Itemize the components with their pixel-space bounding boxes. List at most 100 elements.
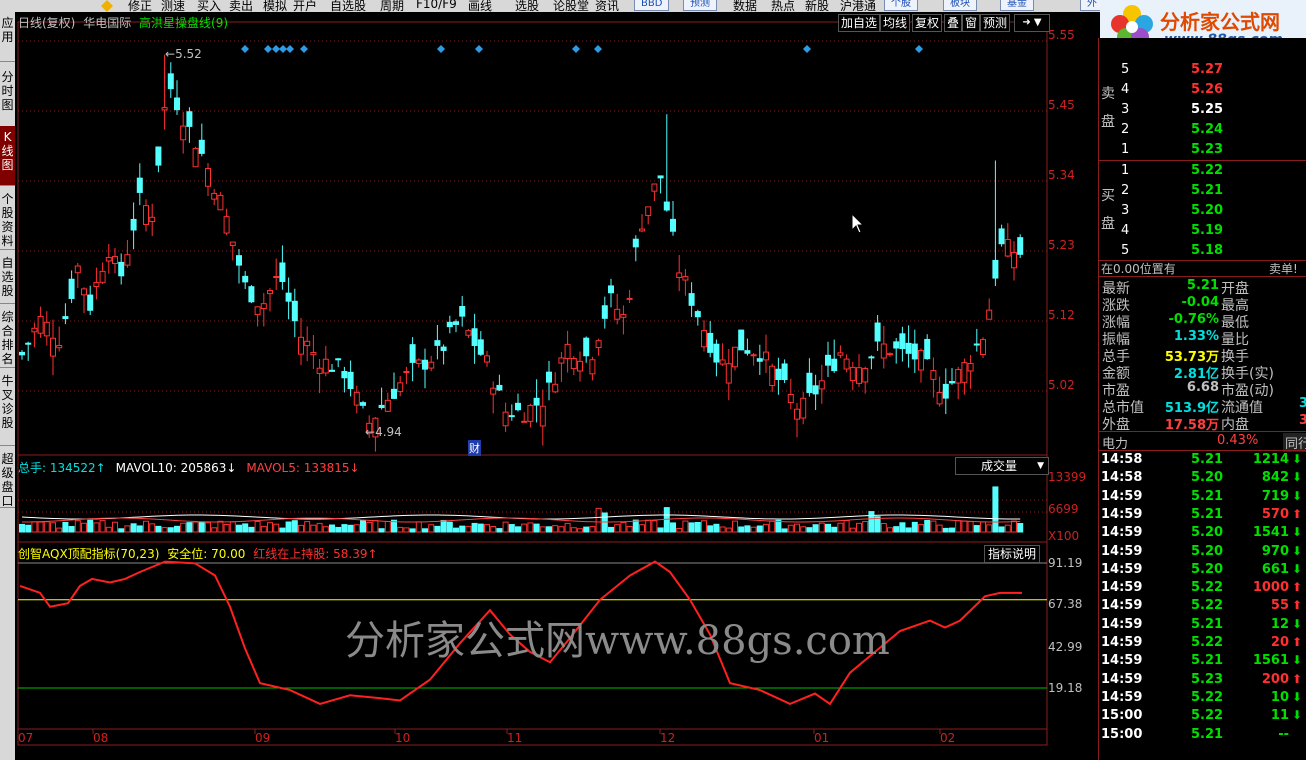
- toolbar-button[interactable]: 基金: [1000, 0, 1034, 11]
- signal-diamond-icon: [241, 45, 249, 53]
- panel-divider: [1099, 276, 1306, 277]
- candle-body: [322, 358, 329, 374]
- toolbar-item[interactable]: 修正: [128, 0, 152, 12]
- toolbar-item[interactable]: 开户: [293, 0, 317, 12]
- signal-diamond-icon: [272, 45, 280, 53]
- chart-button[interactable]: 叠: [944, 14, 963, 32]
- sell-price[interactable]: 5.27: [1191, 62, 1223, 77]
- toolbar-item[interactable]: F10/F9: [416, 0, 457, 11]
- volume-bar: [812, 524, 819, 533]
- toolbar-item[interactable]: 论股堂: [553, 0, 589, 12]
- volume-bar: [967, 521, 974, 533]
- buy-price[interactable]: 5.20: [1191, 203, 1223, 218]
- volume-selector[interactable]: 成交量 ▼: [955, 457, 1049, 475]
- left-tab[interactable]: 应用: [0, 12, 15, 62]
- chart-button[interactable]: 均线: [880, 14, 911, 32]
- sell-level: 4: [1121, 82, 1130, 97]
- candle-body: [50, 337, 56, 357]
- buy-price[interactable]: 5.21: [1191, 183, 1223, 198]
- candle-body: [787, 393, 794, 404]
- candle-body: [254, 306, 261, 316]
- left-tab[interactable]: 牛叉诊股: [0, 370, 15, 446]
- volume-bar: [341, 524, 348, 533]
- candle-body: [105, 256, 112, 262]
- toolbar-item[interactable]: 画线: [468, 0, 492, 12]
- sell-price[interactable]: 5.25: [1191, 102, 1223, 117]
- candle-body: [676, 272, 683, 278]
- left-tab[interactable]: 综合排名: [0, 306, 15, 368]
- candle-body: [37, 315, 44, 334]
- left-tab[interactable]: 超级盘口: [0, 448, 15, 508]
- left-tab[interactable]: 个股资料: [0, 188, 15, 250]
- candle-body: [167, 73, 174, 90]
- chart-button[interactable]: 复权: [912, 14, 943, 32]
- sell-price[interactable]: 5.24: [1191, 122, 1223, 137]
- chart-button[interactable]: 窗: [962, 14, 981, 32]
- toolbar-button[interactable]: 个股: [884, 0, 918, 11]
- volume-bar: [112, 521, 118, 533]
- volume-bar: [360, 520, 366, 533]
- toolbar-item[interactable]: 资讯: [595, 0, 619, 12]
- candle-body: [880, 343, 887, 359]
- toolbar-item[interactable]: 测速: [161, 0, 185, 12]
- candle-body: [353, 391, 360, 406]
- candle-body: [837, 352, 844, 356]
- candle-body: [87, 294, 94, 311]
- toolbar-button[interactable]: 外: [1080, 0, 1100, 11]
- volume-bar: [68, 526, 75, 533]
- candle-body: [595, 340, 602, 349]
- left-tab[interactable]: K线图: [0, 126, 15, 186]
- toolbar-item[interactable]: 周期: [380, 0, 404, 12]
- toolbar-item[interactable]: 选股: [515, 0, 539, 12]
- stock-name: 华电国际: [83, 16, 132, 30]
- tick-volume: 1214: [1252, 452, 1289, 467]
- left-tab[interactable]: 分时图: [0, 66, 15, 134]
- toolbar-item[interactable]: 数据: [733, 0, 757, 12]
- toolbar-button[interactable]: BBD: [634, 0, 670, 11]
- chart-menu-arrow-icon[interactable]: ➜ ▼: [1014, 14, 1050, 32]
- indicator-help-button[interactable]: 指标说明: [984, 545, 1041, 563]
- buy-price[interactable]: 5.22: [1191, 163, 1223, 178]
- left-tab[interactable]: 自选股: [0, 252, 15, 304]
- toolbar-item[interactable]: 卖出: [229, 0, 253, 12]
- price-axis-label: 5.34: [1048, 168, 1075, 182]
- sell-price[interactable]: 5.23: [1191, 142, 1223, 157]
- volume-bar: [527, 522, 534, 533]
- quote-value: -0.04: [1181, 295, 1219, 310]
- volume-bar: [93, 522, 100, 533]
- tick-time: 14:59: [1101, 488, 1143, 504]
- quote-value: 1.33%: [1173, 329, 1219, 344]
- toolbar-item[interactable]: 模拟: [263, 0, 287, 12]
- volume-bar: [980, 521, 986, 533]
- tick-volume: 12: [1270, 616, 1289, 632]
- toolbar-item[interactable]: 沪港通: [840, 0, 876, 12]
- toolbar-item[interactable]: 热点: [771, 0, 795, 12]
- candle-body: [911, 343, 918, 360]
- diamond-icon[interactable]: [100, 0, 114, 12]
- candle-body: [980, 339, 986, 355]
- volume-bar: [223, 523, 230, 533]
- chart-button[interactable]: 预测: [980, 14, 1011, 32]
- sell-price[interactable]: 5.26: [1191, 82, 1223, 97]
- tick-time: 15:00: [1101, 726, 1143, 742]
- toolbar-item[interactable]: 买入: [197, 0, 221, 12]
- buy-price[interactable]: 5.18: [1191, 243, 1223, 258]
- candle-body: [124, 254, 131, 266]
- toolbar-item[interactable]: 新股: [805, 0, 829, 12]
- tick-volume: 55: [1270, 598, 1289, 614]
- toolbar-item[interactable]: 自选股: [330, 0, 366, 12]
- finance-marker[interactable]: 财: [468, 440, 481, 456]
- signal-diamond-icon: [475, 45, 483, 53]
- signal-diamond-icon: [300, 45, 308, 53]
- tick-volume: 200: [1261, 671, 1289, 687]
- volume-bar: [794, 523, 800, 533]
- toolbar-button[interactable]: 板块: [943, 0, 977, 11]
- tick-volume: 1541: [1252, 525, 1289, 541]
- candle-body: [471, 328, 478, 346]
- buy-price[interactable]: 5.19: [1191, 223, 1223, 238]
- volume-bar: [763, 523, 769, 533]
- chart-button[interactable]: 加自选: [838, 14, 881, 32]
- signal-diamond-icon: [915, 45, 923, 53]
- toolbar-button[interactable]: 预测: [683, 0, 717, 11]
- volume-bar: [688, 522, 695, 533]
